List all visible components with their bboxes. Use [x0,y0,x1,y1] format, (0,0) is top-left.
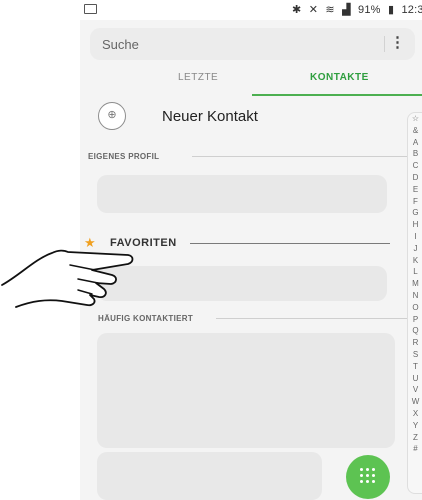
search-placeholder: Suche [102,37,139,52]
own-profile-card[interactable] [97,175,387,213]
alphabet-index-letter[interactable]: ☆ [408,113,422,125]
dialpad-icon [360,468,376,484]
clock: 12:38 [401,4,422,16]
pointing-hand-icon [1,249,134,308]
alphabet-index-letter[interactable]: W [408,396,422,408]
wifi-icon: ≋ [325,4,335,16]
alphabet-index-letter[interactable]: # [408,443,422,455]
alphabet-index-letter[interactable]: A [408,137,422,149]
alphabet-index-scrollbar[interactable]: ☆ & A B C D E F G H I J K L M N O P Q R S T U V W X Y Z # [407,112,422,494]
alphabet-index-letter[interactable]: Q [408,325,422,337]
favorites-divider [190,243,390,244]
frequent-heading: HÄUFIG KONTAKTIERT [98,314,194,323]
mute-icon: ✕ [308,4,319,16]
add-contact-icon: ⊕ [98,102,126,130]
alphabet-index-letter[interactable]: K [408,255,422,267]
image-notification-icon [84,4,97,14]
dialpad-button[interactable] [346,455,390,499]
signal-icon: ▟ [342,4,351,16]
battery-percent: 91% [358,4,381,16]
bluetooth-icon: ✱ [292,4,302,16]
contact-card-partial[interactable] [97,452,322,500]
alphabet-index-letter[interactable]: S [408,349,422,361]
tab-bar: LETZTE KONTAKTE [80,66,422,94]
tab-letzte[interactable]: LETZTE [178,72,218,83]
battery-icon: ▮ [387,4,395,16]
tab-kontakte[interactable]: KONTAKTE [310,72,369,83]
alphabet-index-letter[interactable]: O [408,302,422,314]
own-profile-divider [192,156,417,157]
alphabet-index-letter[interactable]: P [408,314,422,326]
alphabet-index-letter[interactable]: B [408,148,422,160]
alphabet-index-letter[interactable]: N [408,290,422,302]
alphabet-index-letter[interactable]: T [408,361,422,373]
status-bar: ✱ ✕ ≋ ▟ 91% ▮ 12:38 [80,0,422,20]
more-options-icon[interactable]: ⋮ [390,35,405,51]
alphabet-index-letter[interactable]: X [408,408,422,420]
alphabet-index-letter[interactable]: R [408,337,422,349]
alphabet-index-letter[interactable]: G [408,207,422,219]
frequent-card[interactable] [97,333,395,448]
alphabet-index-letter[interactable]: V [408,384,422,396]
alphabet-index-letter[interactable]: & [408,125,422,137]
alphabet-index-letter[interactable]: Y [408,420,422,432]
alphabet-index-letter[interactable]: H [408,219,422,231]
status-right: ✱ ✕ ≋ ▟ 91% ▮ 12:38 [288,3,422,16]
new-contact-label: Neuer Kontakt [162,108,258,125]
alphabet-index-letter[interactable]: D [408,172,422,184]
search-input[interactable]: Suche ⋮ [90,28,415,60]
alphabet-index-letter[interactable]: M [408,278,422,290]
alphabet-index-letter[interactable]: E [408,184,422,196]
alphabet-index-letter[interactable]: J [408,243,422,255]
alphabet-index-letter[interactable]: L [408,266,422,278]
alphabet-index-letter[interactable]: F [408,196,422,208]
alphabet-index-letter[interactable]: C [408,160,422,172]
own-profile-heading: EIGENES PROFIL [88,152,160,161]
new-contact-button[interactable]: ⊕ Neuer Kontakt [80,96,422,140]
alphabet-index-letter[interactable]: Z [408,432,422,444]
alphabet-index-letter[interactable]: U [408,373,422,385]
search-divider [384,36,385,52]
alphabet-index-letter[interactable]: I [408,231,422,243]
frequent-divider [216,318,416,319]
